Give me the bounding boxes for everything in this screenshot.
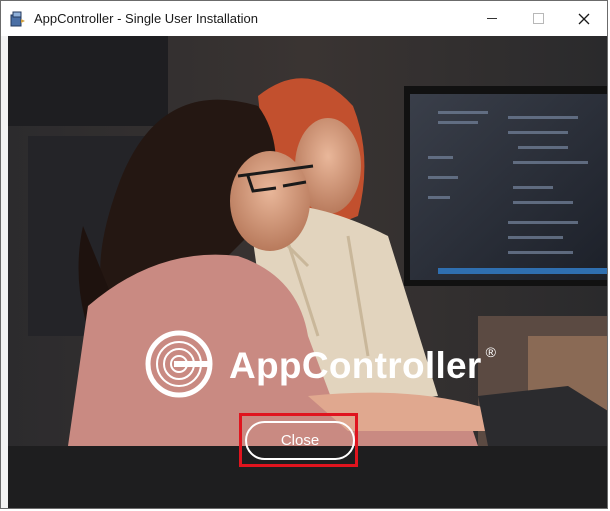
registered-mark: ® xyxy=(485,344,496,360)
installer-window: AppController - Single User Installation xyxy=(0,0,608,509)
minimize-button[interactable] xyxy=(469,1,515,36)
window-title: AppController - Single User Installation xyxy=(34,11,258,26)
logo-emblem-icon xyxy=(145,333,217,399)
brand-name: AppController xyxy=(229,345,482,386)
close-icon xyxy=(578,13,590,24)
maximize-icon xyxy=(532,13,544,24)
title-bar[interactable]: AppController - Single User Installation xyxy=(1,1,607,36)
window-close-button[interactable] xyxy=(561,1,607,36)
installer-icon xyxy=(10,11,25,26)
minimize-icon xyxy=(487,18,497,19)
maximize-button[interactable] xyxy=(515,1,561,36)
close-button[interactable]: Close xyxy=(245,421,355,460)
brand-logo: AppController ® xyxy=(145,333,496,399)
